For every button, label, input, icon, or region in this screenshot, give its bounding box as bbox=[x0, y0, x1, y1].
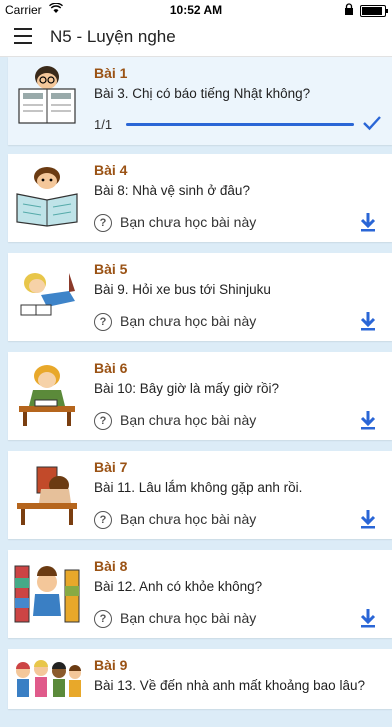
lesson-status: Bạn chưa học bài này bbox=[120, 511, 257, 527]
lesson-card[interactable]: Bài 9 Bài 13. Về đến nhà anh mất khoảng … bbox=[8, 649, 392, 709]
lesson-card[interactable]: Bài 6 Bài 10: Bây giờ là mấy giờ rồi? ? … bbox=[8, 352, 392, 440]
lesson-status-row: ? Bạn chưa học bài này bbox=[94, 312, 384, 336]
lesson-subtitle: Bài 9. Hỏi xe bus tới Shinjuku bbox=[94, 282, 271, 297]
question-icon: ? bbox=[94, 610, 112, 628]
progress-label: 1/1 bbox=[94, 117, 113, 132]
question-icon: ? bbox=[94, 412, 112, 430]
lesson-status: Bạn chưa học bài này bbox=[120, 214, 257, 230]
lesson-subtitle: Bài 3. Chị có báo tiếng Nhật không? bbox=[94, 86, 311, 101]
lesson-card[interactable]: Bài 1 Bài 3. Chị có báo tiếng Nhật không… bbox=[8, 57, 392, 145]
download-icon[interactable] bbox=[358, 310, 378, 332]
progress-bar bbox=[126, 123, 354, 126]
lesson-subtitle: Bài 10: Bây giờ là mấy giờ rồi? bbox=[94, 381, 280, 396]
lesson-title: Bài 5 bbox=[94, 261, 128, 277]
girl-lying-reading-icon bbox=[20, 273, 75, 316]
lesson-status-row: ? Bạn chưa học bài này bbox=[94, 213, 384, 237]
boy-reading-newspaper-icon bbox=[18, 66, 76, 124]
status-bar: Carrier 10:52 AM bbox=[0, 0, 392, 20]
lesson-title: Bài 1 bbox=[94, 65, 128, 81]
lesson-status-row: ? Bạn chưa học bài này bbox=[94, 609, 384, 633]
lesson-title: Bài 6 bbox=[94, 360, 128, 376]
student-sleeping-desk-icon bbox=[17, 466, 77, 525]
battery-icon bbox=[360, 5, 388, 17]
download-icon[interactable] bbox=[358, 211, 378, 233]
lesson-card[interactable]: Bài 4 Bài 8: Nhà vệ sinh ở đâu? ? Bạn ch… bbox=[8, 154, 392, 242]
lesson-status: Bạn chưa học bài này bbox=[120, 412, 257, 428]
lesson-status-row: ? Bạn chưa học bài này bbox=[94, 411, 384, 435]
download-icon[interactable] bbox=[358, 409, 378, 431]
kid-reading-book-icon bbox=[16, 167, 78, 227]
download-icon[interactable] bbox=[358, 508, 378, 530]
lesson-card[interactable]: Bài 8 Bài 12. Anh có khỏe không? ? Bạn c… bbox=[8, 550, 392, 638]
lesson-subtitle: Bài 13. Về đến nhà anh mất khoảng bao lâ… bbox=[94, 678, 365, 693]
clock: 10:52 AM bbox=[169, 3, 223, 17]
lesson-status-row: ? Bạn chưa học bài này bbox=[94, 510, 384, 534]
question-icon: ? bbox=[94, 313, 112, 331]
student-with-books-icon bbox=[14, 565, 80, 623]
boy-at-desk-icon bbox=[19, 365, 75, 426]
orientation-lock-icon bbox=[345, 3, 353, 15]
lesson-card[interactable]: Bài 5 Bài 9. Hỏi xe bus tới Shinjuku ? B… bbox=[8, 253, 392, 341]
lesson-title: Bài 7 bbox=[94, 459, 128, 475]
hamburger-menu-icon[interactable] bbox=[14, 28, 32, 44]
checkmark-icon bbox=[363, 116, 381, 131]
lesson-title: Bài 8 bbox=[94, 558, 128, 574]
group-of-kids-icon bbox=[16, 660, 81, 697]
lesson-status: Bạn chưa học bài này bbox=[120, 313, 257, 329]
lesson-card[interactable]: Bài 7 Bài 11. Lâu lắm không gặp anh rồi.… bbox=[8, 451, 392, 539]
lesson-title: Bài 9 bbox=[94, 657, 128, 673]
lesson-title: Bài 4 bbox=[94, 162, 128, 178]
lesson-subtitle: Bài 8: Nhà vệ sinh ở đâu? bbox=[94, 183, 250, 198]
lesson-subtitle: Bài 11. Lâu lắm không gặp anh rồi. bbox=[94, 480, 303, 495]
lesson-subtitle: Bài 12. Anh có khỏe không? bbox=[94, 579, 263, 594]
question-icon: ? bbox=[94, 214, 112, 232]
nav-bar: N5 - Luyện nghe bbox=[0, 20, 392, 57]
page-title: N5 - Luyện nghe bbox=[50, 27, 176, 46]
lesson-status: Bạn chưa học bài này bbox=[120, 610, 257, 626]
download-icon[interactable] bbox=[358, 607, 378, 629]
progress-fill bbox=[126, 123, 354, 126]
question-icon: ? bbox=[94, 511, 112, 529]
